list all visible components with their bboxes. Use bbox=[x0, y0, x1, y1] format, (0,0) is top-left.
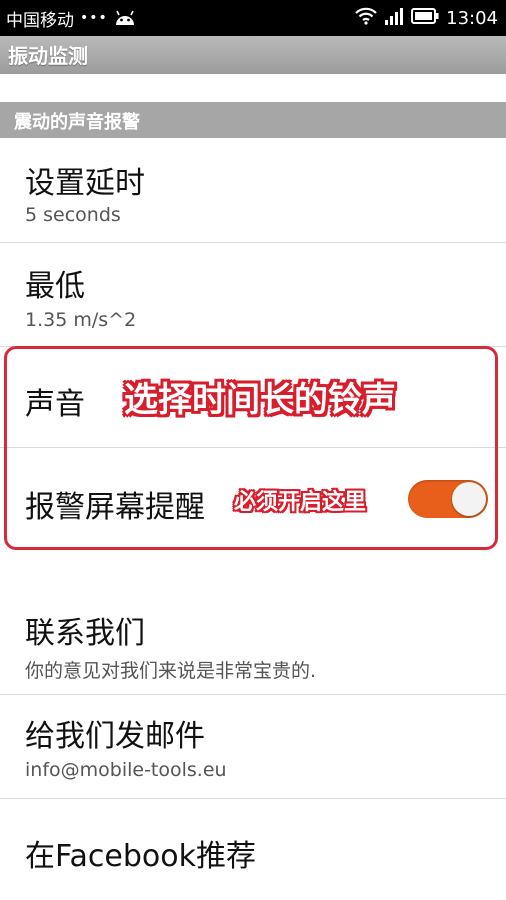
pref-contact-summary: 你的意见对我们来说是非常宝贵的. bbox=[25, 660, 317, 682]
section-header: 震动的声音报警 bbox=[0, 102, 506, 138]
pref-email-title: 给我们发邮件 bbox=[25, 719, 205, 754]
pref-minimum[interactable]: 最低 1.35 m/s^2 bbox=[0, 243, 506, 346]
carrier-label: 中国移动 bbox=[6, 10, 74, 31]
pref-delay-title: 设置延时 bbox=[25, 166, 145, 201]
pref-minimum-summary: 1.35 m/s^2 bbox=[25, 309, 137, 331]
screen: 中国移动 ••• 13:04 振动监测 震动的声音报警 设置延时 5 secon… bbox=[0, 0, 506, 900]
wifi-icon bbox=[355, 7, 377, 30]
annotation-toggle-hint: 必须开启这里 bbox=[234, 490, 367, 515]
pref-contact[interactable]: 联系我们 你的意见对我们来说是非常宝贵的. bbox=[0, 590, 506, 694]
status-bar-right: 13:04 bbox=[355, 0, 498, 36]
status-bar: 中国移动 ••• 13:04 bbox=[0, 0, 506, 36]
pref-minimum-title: 最低 bbox=[25, 269, 85, 304]
annotation-sound-hint: 选择时间长的铃声 bbox=[124, 380, 396, 420]
notification-dots: ••• bbox=[80, 10, 108, 26]
pref-delay[interactable]: 设置延时 5 seconds bbox=[0, 138, 506, 242]
android-icon bbox=[114, 10, 136, 26]
pref-facebook[interactable]: 在Facebook推荐 bbox=[0, 799, 506, 900]
status-bar-left: 中国移动 ••• bbox=[6, 0, 136, 36]
section-header-label: 震动的声音报警 bbox=[14, 112, 140, 133]
pref-email[interactable]: 给我们发邮件 info@mobile-tools.eu bbox=[0, 695, 506, 798]
pref-delay-summary: 5 seconds bbox=[25, 204, 121, 226]
title-bar: 振动监测 bbox=[0, 36, 506, 74]
pref-facebook-title: 在Facebook推荐 bbox=[25, 839, 256, 874]
page-title: 振动监测 bbox=[8, 44, 88, 68]
signal-icon bbox=[384, 7, 404, 30]
pref-contact-title: 联系我们 bbox=[25, 616, 145, 651]
clock: 13:04 bbox=[446, 7, 498, 29]
battery-icon bbox=[411, 7, 439, 29]
pref-email-summary: info@mobile-tools.eu bbox=[25, 759, 227, 781]
